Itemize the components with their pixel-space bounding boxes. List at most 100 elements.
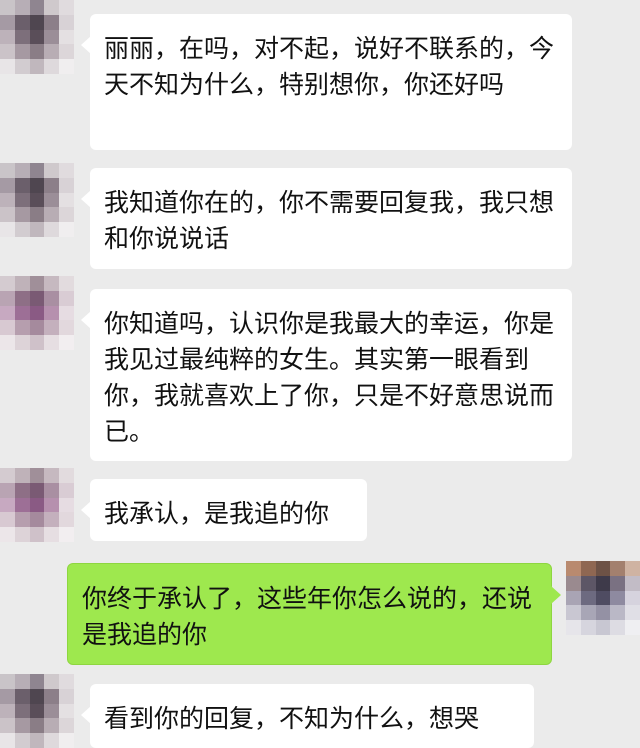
avatar-pixel (0, 276, 15, 291)
avatar-pixel (595, 575, 611, 591)
avatar-pixel (44, 497, 60, 513)
avatar-pixel (59, 0, 74, 15)
avatar-pixel (29, 177, 45, 193)
avatar-pixel (44, 703, 60, 719)
avatar-pixel (59, 703, 74, 719)
avatar-pixel (595, 605, 611, 621)
message-text: 丽丽，在吗，对不起，说好不联系的，今天不知为什么，特别想你，你还好吗 (104, 34, 555, 99)
message-bubble-outgoing[interactable]: 你终于承认了，这些年你怎么说的，还说是我追的你 (67, 563, 561, 665)
contact-avatar[interactable] (0, 163, 74, 237)
avatar-pixel (29, 468, 45, 483)
avatar-pixel (29, 163, 45, 178)
avatar-pixel (14, 177, 30, 193)
avatar-pixel (0, 29, 15, 45)
avatar-pixel (29, 207, 45, 223)
avatar-pixel (44, 222, 60, 237)
avatar-pixel (59, 177, 74, 193)
avatar-pixel (14, 335, 30, 350)
avatar-pixel (0, 207, 15, 223)
avatar-pixel (29, 482, 45, 498)
message-bubble-incoming[interactable]: 我承认，是我追的你 (81, 479, 367, 541)
avatar-pixel (44, 468, 60, 483)
avatar-pixel (59, 674, 74, 689)
avatar-pixel (29, 497, 45, 513)
avatar-pixel (14, 163, 30, 178)
avatar-pixel (44, 192, 60, 208)
avatar-pixel (59, 733, 74, 748)
avatar-pixel (59, 320, 74, 336)
avatar-pixel (29, 335, 45, 350)
self-avatar[interactable] (566, 561, 640, 635)
contact-avatar[interactable] (0, 674, 74, 748)
avatar-pixel (14, 512, 30, 528)
message-bubble-incoming[interactable]: 丽丽，在吗，对不起，说好不联系的，今天不知为什么，特别想你，你还好吗 (81, 14, 572, 150)
avatar-pixel (14, 44, 30, 60)
avatar-pixel (595, 590, 611, 606)
avatar-pixel (610, 620, 626, 635)
message-bubble-incoming[interactable]: 你知道吗，认识你是我最大的幸运，你是我见过最纯粹的女生。其实第一眼看到你，我就喜… (81, 289, 572, 461)
avatar-pixel (44, 512, 60, 528)
contact-avatar[interactable] (0, 468, 74, 542)
avatar-pixel (44, 305, 60, 321)
avatar-pixel (0, 44, 15, 60)
avatar-pixel (59, 482, 74, 498)
avatar-pixel (14, 482, 30, 498)
avatar-pixel (0, 512, 15, 528)
avatar-pixel (29, 276, 45, 291)
avatar-pixel (44, 29, 60, 45)
avatar-pixel (14, 527, 30, 542)
avatar-pixel (0, 59, 15, 74)
avatar-pixel (0, 468, 15, 483)
avatar-pixel (44, 177, 60, 193)
avatar-pixel (29, 688, 45, 704)
avatar-pixel (14, 305, 30, 321)
avatar-pixel (44, 688, 60, 704)
avatar-pixel (44, 320, 60, 336)
avatar-pixel (625, 620, 640, 635)
avatar-pixel (44, 0, 60, 15)
avatar-pixel (29, 192, 45, 208)
avatar-pixel (14, 59, 30, 74)
avatar-pixel (44, 163, 60, 178)
avatar-pixel (14, 290, 30, 306)
avatar-pixel (566, 605, 581, 621)
avatar-pixel (580, 561, 596, 576)
message-text: 你知道吗，认识你是我最大的幸运，你是我见过最纯粹的女生。其实第一眼看到你，我就喜… (104, 309, 555, 446)
avatar-pixel (44, 527, 60, 542)
avatar-pixel (29, 703, 45, 719)
avatar-pixel (29, 59, 45, 74)
avatar-pixel (29, 305, 45, 321)
avatar-pixel (59, 497, 74, 513)
avatar-pixel (29, 512, 45, 528)
avatar-pixel (59, 468, 74, 483)
avatar-pixel (44, 482, 60, 498)
avatar-pixel (14, 0, 30, 15)
avatar-pixel (0, 482, 15, 498)
avatar-pixel (0, 703, 15, 719)
avatar-pixel (59, 44, 74, 60)
avatar-pixel (625, 605, 640, 621)
contact-avatar[interactable] (0, 276, 74, 350)
avatar-pixel (29, 290, 45, 306)
avatar-pixel (0, 320, 15, 336)
avatar-pixel (44, 44, 60, 60)
avatar-pixel (610, 590, 626, 606)
avatar-pixel (610, 561, 626, 576)
avatar-pixel (14, 192, 30, 208)
message-bubble-incoming[interactable]: 我知道你在的，你不需要回复我，我只想和你说说话 (81, 168, 572, 269)
contact-avatar[interactable] (0, 0, 74, 74)
avatar-pixel (14, 703, 30, 719)
avatar-pixel (29, 718, 45, 734)
avatar-pixel (0, 14, 15, 30)
avatar-pixel (14, 688, 30, 704)
avatar-pixel (59, 512, 74, 528)
avatar-pixel (0, 688, 15, 704)
message-bubble-incoming[interactable]: 看到你的回复，不知为什么，想哭 (81, 684, 534, 748)
avatar-pixel (14, 497, 30, 513)
avatar-pixel (59, 59, 74, 74)
avatar-pixel (59, 335, 74, 350)
avatar-pixel (14, 674, 30, 689)
avatar-pixel (566, 561, 581, 576)
avatar-pixel (44, 276, 60, 291)
avatar-pixel (0, 222, 15, 237)
